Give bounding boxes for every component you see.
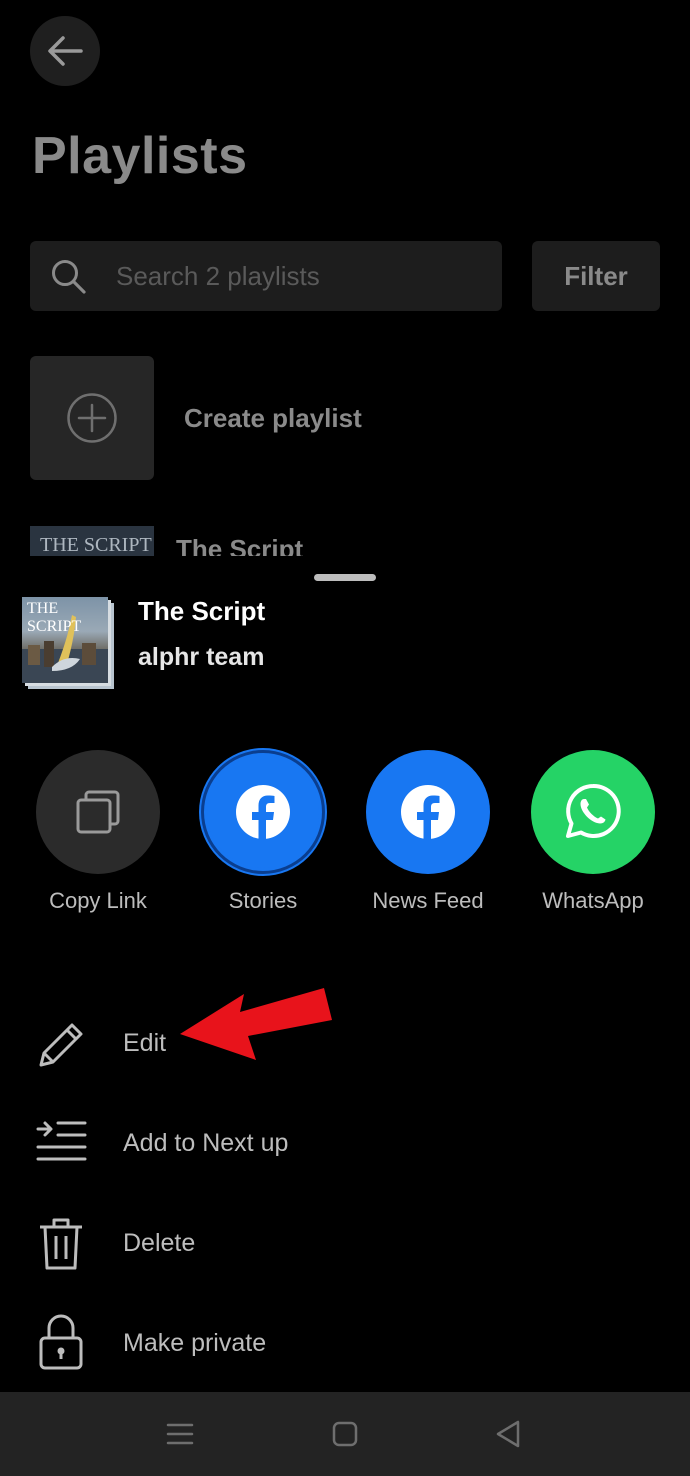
playlist-item-title: The Script xyxy=(176,534,304,558)
back-button[interactable] xyxy=(30,16,100,86)
back-arrow-icon xyxy=(48,36,83,66)
news-feed-label: News Feed xyxy=(372,888,484,913)
search-input[interactable]: Search 2 playlists xyxy=(30,241,502,311)
trash-icon xyxy=(40,1218,82,1270)
sheet-drag-handle[interactable] xyxy=(314,574,376,581)
menu-item-label: Add to Next up xyxy=(123,1129,289,1157)
create-playlist-tile[interactable] xyxy=(30,356,154,480)
artwork-text: THE SCRIPT xyxy=(27,600,82,635)
news-feed-share-button[interactable] xyxy=(366,750,490,874)
sheet-playlist-title: The Script xyxy=(138,596,266,626)
playlist-thumbnail-text: THE SCRIPT xyxy=(40,534,152,556)
playlist-item[interactable]: THE SCRIPT The Script xyxy=(0,520,690,558)
create-playlist-label[interactable]: Create playlist xyxy=(184,403,362,434)
search-placeholder: Search 2 playlists xyxy=(116,261,320,291)
copy-icon xyxy=(76,790,120,834)
home-square-icon[interactable] xyxy=(332,1421,358,1447)
page-title: Playlists xyxy=(32,127,248,185)
whatsapp-label: WhatsApp xyxy=(542,888,644,913)
whatsapp-share-button[interactable] xyxy=(531,750,655,874)
system-navigation-bar xyxy=(0,1392,690,1476)
whatsapp-icon xyxy=(566,783,621,838)
back-triangle-icon[interactable] xyxy=(494,1419,522,1449)
playlist-thumbnail: THE SCRIPT xyxy=(30,526,154,558)
copy-link-button[interactable] xyxy=(36,750,160,874)
menu-item-label: Edit xyxy=(123,1029,167,1057)
facebook-icon xyxy=(401,785,455,840)
playlist-artwork: THE SCRIPT xyxy=(22,597,114,689)
menu-item-make-private[interactable]: Make private xyxy=(0,1305,690,1381)
stories-share-button[interactable] xyxy=(201,750,325,874)
facebook-icon xyxy=(236,785,290,840)
menu-item-label: Make private xyxy=(123,1329,267,1357)
menu-item-label: Delete xyxy=(123,1229,196,1257)
sheet-playlist-owner: alphr team xyxy=(138,643,265,671)
red-arrow-icon xyxy=(180,988,332,1060)
menu-item-add-to-next-up[interactable]: Add to Next up xyxy=(0,1105,690,1181)
copy-link-label: Copy Link xyxy=(49,888,147,913)
lock-icon xyxy=(39,1314,83,1370)
search-icon xyxy=(52,260,86,294)
menu-item-edit[interactable]: Edit xyxy=(0,1005,690,1081)
add-to-queue-icon xyxy=(36,1121,87,1161)
menu-icon[interactable] xyxy=(166,1422,194,1446)
add-circle-icon xyxy=(67,393,117,443)
menu-item-delete[interactable]: Delete xyxy=(0,1205,690,1281)
stories-label: Stories xyxy=(228,888,298,913)
pencil-icon xyxy=(39,1023,83,1067)
filter-button[interactable]: Filter xyxy=(532,241,660,311)
